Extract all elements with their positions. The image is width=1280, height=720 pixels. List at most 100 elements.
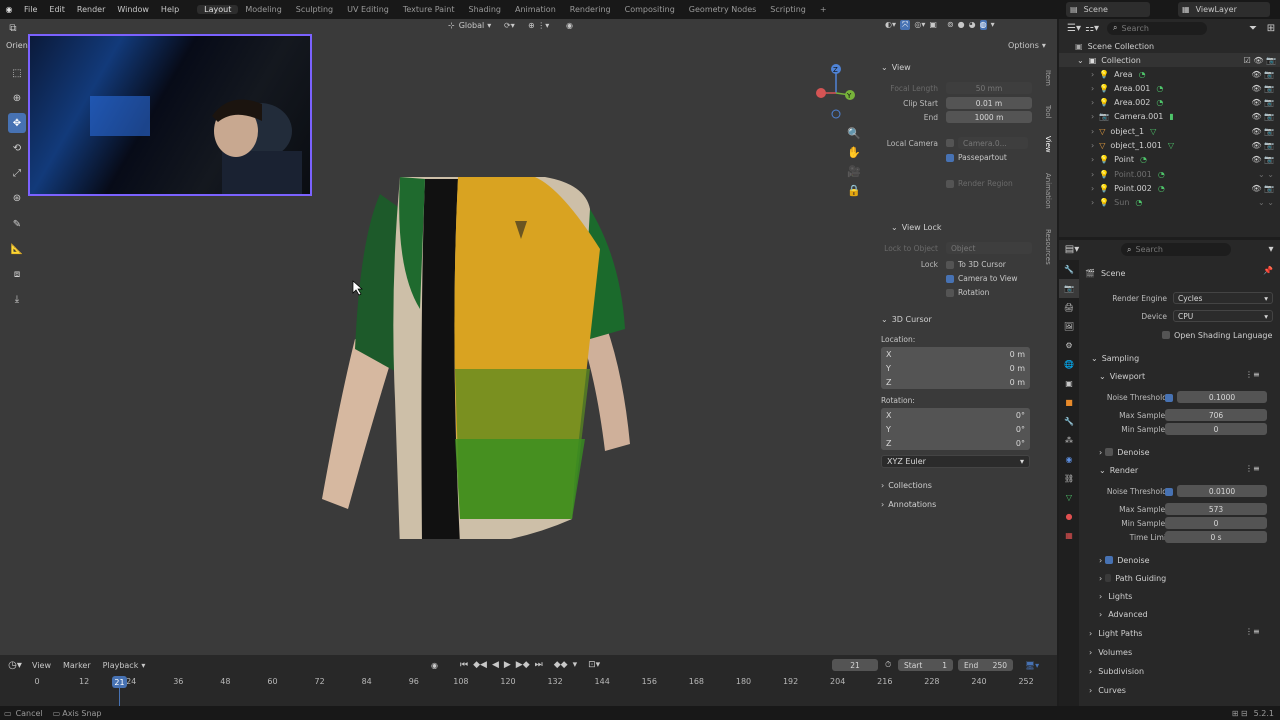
render-engine-select[interactable]: Cycles ▾ [1173,292,1273,304]
new-collection-icon[interactable]: ⊞ [1262,18,1280,38]
vp-noise-threshold-field[interactable]: 0.1000 [1177,391,1267,403]
render-region-row[interactable]: Render Region [946,179,1013,188]
navigation-gizmo[interactable]: Z Y [810,59,860,119]
cursor-rot-z[interactable]: Z 0° [881,436,1030,450]
shading-options-icon[interactable]: ▾ [991,20,995,30]
render-tab-icon[interactable]: 📷 [1059,279,1079,298]
lock-3d-cursor-checkbox[interactable] [946,260,954,269]
lights-row[interactable]: › Lights [1099,589,1132,603]
tab-animation[interactable]: Animation [1042,163,1054,219]
add-workspace-button[interactable]: + [813,5,834,14]
transform-orientation[interactable]: ⊹ Global ▾ [448,21,491,30]
presets-icon[interactable]: ⋮≡ [1245,464,1260,473]
time-limit-field[interactable]: 0 s [1165,531,1267,543]
collection-tab-icon[interactable]: ▣ [1059,374,1079,393]
next-keyframe-icon[interactable]: ▶◆ [516,660,530,670]
local-camera-field[interactable]: Camera.0... [958,137,1028,149]
advanced-row[interactable]: › Advanced [1099,607,1148,621]
render-subsection[interactable]: ⌄ Render [1099,463,1138,477]
lock-object-field[interactable]: Object [946,242,1032,254]
overlay-icon[interactable]: ◎▾ [914,20,925,30]
visibility-icons[interactable]: 👁 📷 [1251,98,1274,107]
chevron-right-icon[interactable]: › [1091,141,1094,150]
blender-logo-icon[interactable]: ◉ [0,5,18,14]
chevron-right-icon[interactable]: › [1091,198,1094,207]
screen-icon[interactable]: 🖥▾ [1025,661,1039,670]
physics-tab-icon[interactable]: ◉ [1059,450,1079,469]
sampling-header[interactable]: ⌄ Sampling [1091,351,1139,365]
clip-start-field[interactable]: 0.01 m [946,97,1032,109]
timeline-view-menu[interactable]: View [32,661,51,670]
collection-visibility-icons[interactable]: ☑ 👁 📷 [1244,56,1276,65]
jump-end-icon[interactable]: ⏭ [535,660,543,670]
path-guiding-row[interactable]: › Path Guiding [1099,571,1166,585]
play-icon[interactable]: ▶ [504,660,511,670]
lock-icon[interactable]: 🔒 [847,184,861,197]
outliner-item[interactable]: › ▽ object_1.001 ▽ 👁 📷 [1059,139,1280,153]
tab-modeling[interactable]: Modeling [238,5,288,14]
collections-header[interactable]: › Collections [881,477,932,493]
vp-denoise-checkbox[interactable] [1105,448,1114,456]
timeline-editor-icon[interactable]: ◷▾ [6,655,24,675]
tab-scripting[interactable]: Scripting [763,5,813,14]
object-tab-icon[interactable]: ■ [1059,393,1079,412]
outliner-item[interactable]: › 💡 Point.002 ◔ 👁 📷 [1059,181,1280,195]
zoom-icon[interactable]: 🔍 [847,127,861,140]
cursor-rot-x[interactable]: X 0° [881,408,1030,422]
vp-denoise-row[interactable]: › Denoise [1099,445,1150,459]
snap-icon[interactable]: ⊕ ⋮▾ [528,21,549,30]
cursor-tool-icon[interactable]: ⊕ [8,88,26,108]
transform-tool-icon[interactable]: ⊛ [8,188,26,208]
outliner-scene-collection[interactable]: ▣ Scene Collection [1059,39,1280,53]
curves-header[interactable]: › Curves [1089,683,1126,697]
shirt-model[interactable] [300,139,660,539]
chevron-right-icon[interactable]: › [1091,98,1094,107]
outliner-item[interactable]: › 💡 Point.001 ◔ ⌄ ⌄ [1059,167,1280,181]
playhead-marker[interactable]: 21 [112,676,127,688]
prev-keyframe-icon[interactable]: ◆◀ [473,660,487,670]
r-denoise-checkbox[interactable] [1105,556,1114,564]
osl-checkbox[interactable] [1162,331,1170,339]
cursor-loc-y[interactable]: Y 0 m [881,361,1030,375]
outliner-collection[interactable]: ⌄ ▣ Collection ☑ 👁 📷 [1059,53,1280,67]
tab-animation[interactable]: Animation [508,5,563,14]
solid-shading-icon[interactable]: ● [958,20,965,30]
rotation-mode-select[interactable]: XYZ Euler ▾ [881,455,1030,468]
outliner-editor-icon[interactable]: ☰▾ [1065,18,1083,38]
tool-tab-icon[interactable]: 🔧 [1059,260,1079,279]
outliner-search-input[interactable]: ⌕ Search [1107,21,1207,35]
modifier-tab-icon[interactable]: 🔧 [1059,412,1079,431]
focal-length-field[interactable]: 50 mm [946,82,1032,94]
pan-hand-icon[interactable]: ✋ [847,146,861,159]
tab-sculpting[interactable]: Sculpting [289,5,340,14]
view-layer-selector[interactable]: ▦ ViewLayer [1178,2,1270,17]
scene-tab-icon[interactable]: ⚙ [1059,336,1079,355]
move-tool-icon[interactable]: ✥ [8,113,26,133]
xray-icon[interactable]: ▣ [929,20,937,30]
menu-window[interactable]: Window [111,5,155,14]
chevron-down-icon[interactable]: ▾ [1262,240,1280,260]
outliner-item[interactable]: › 💡 Point ◔ 👁 📷 [1059,153,1280,167]
particles-tab-icon[interactable]: ⁂ [1059,431,1079,450]
menu-edit[interactable]: Edit [43,5,71,14]
r-noise-threshold-checkbox[interactable] [1165,488,1173,496]
menu-render[interactable]: Render [71,5,111,14]
extrude-tool-icon[interactable]: ⤓ [8,289,26,309]
cursor-loc-x[interactable]: X 0 m [881,347,1030,361]
visibility-icons[interactable]: 👁 📷 [1251,84,1274,93]
outliner-item[interactable]: › ▽ object_1 ▽ 👁 📷 [1059,124,1280,138]
keyframe-icon[interactable]: ◆◆ [554,660,568,670]
path-guiding-checkbox[interactable] [1105,574,1112,582]
auto-keying-icon[interactable]: ◉ [431,661,438,670]
chevron-right-icon[interactable]: › [1091,170,1094,179]
tab-shading[interactable]: Shading [461,5,508,14]
scale-tool-icon[interactable]: ⤢ [8,163,26,183]
outliner-item[interactable]: › 💡 Area.002 ◔ 👁 📷 [1059,96,1280,110]
world-tab-icon[interactable]: 🌐 [1059,355,1079,374]
3d-cursor-header[interactable]: ⌄ 3D Cursor [881,311,932,327]
pivot-icon[interactable]: ⟳▾ [504,21,515,30]
passepartout-checkbox[interactable] [946,153,954,162]
viewport-subsection[interactable]: ⌄ Viewport [1099,369,1145,383]
timeline-ruler[interactable]: 0 12 24 36 48 60 72 84 96 108 120 132 144 156 168 180 19… [0,675,1057,689]
proportional-edit-icon[interactable]: ◉ [566,21,573,30]
